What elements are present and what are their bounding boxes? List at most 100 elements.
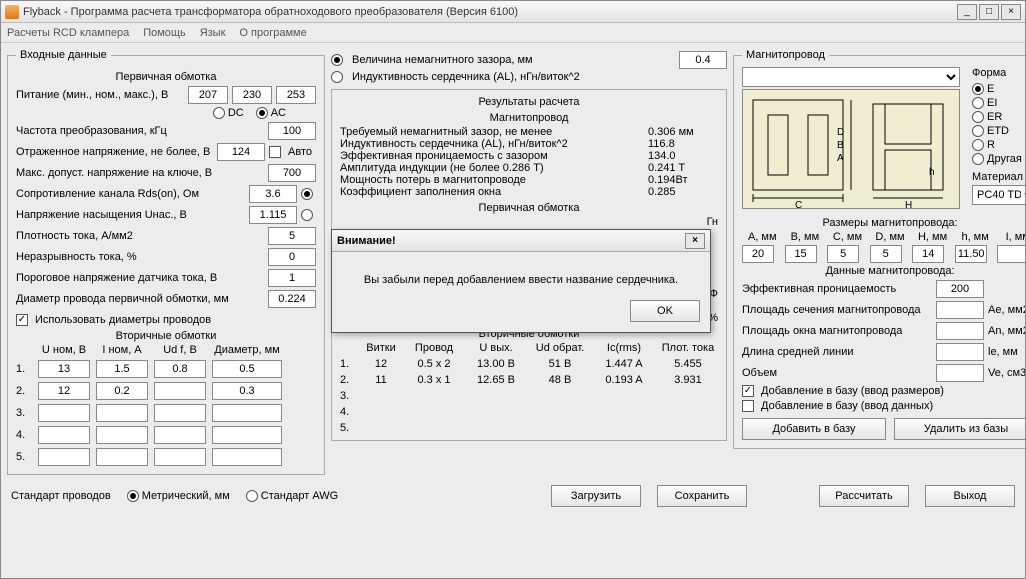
dim-hh[interactable] — [955, 245, 987, 263]
primary-heading: Первичная обмотка — [16, 71, 316, 83]
results-sec-table: Витки Провод U вых. Ud обрат. Ic(rms) Пл… — [340, 342, 718, 434]
dwire-input[interactable] — [268, 290, 316, 308]
sec2-u[interactable] — [38, 382, 90, 400]
dim-d[interactable] — [870, 245, 902, 263]
shape-etd-radio[interactable] — [972, 125, 984, 137]
auto-check[interactable] — [269, 146, 281, 158]
maximize-button[interactable]: □ — [979, 4, 999, 20]
ve-input[interactable] — [936, 364, 984, 382]
dwire-label: Диаметр провода первичной обмотки, мм — [16, 293, 264, 305]
sec5-i[interactable] — [96, 448, 148, 466]
core-legend: Магнитопровод — [742, 49, 829, 61]
sec4-d[interactable] — [212, 426, 282, 444]
al-radio[interactable] — [331, 71, 343, 83]
core-select[interactable] — [742, 67, 960, 87]
rds-input[interactable] — [249, 185, 297, 203]
dim-b[interactable] — [785, 245, 817, 263]
app-icon — [5, 5, 19, 19]
sec5-u[interactable] — [38, 448, 90, 466]
supply-max-input[interactable] — [276, 86, 316, 104]
sec3-i[interactable] — [96, 404, 148, 422]
sec-grid: U ном, В I ном, A Ud f, В Диаметр, мм 1.… — [16, 344, 316, 466]
sec4-uf[interactable] — [154, 426, 206, 444]
exit-button[interactable]: Выход — [925, 485, 1015, 507]
sec3-u[interactable] — [38, 404, 90, 422]
an-input[interactable] — [936, 322, 984, 340]
sec2-uf[interactable] — [154, 382, 206, 400]
usewire-check[interactable] — [16, 314, 28, 326]
del-db-button[interactable]: Удалить из базы — [894, 418, 1026, 440]
warning-dialog: Внимание! × Вы забыли перед добавлением … — [331, 229, 711, 333]
jden-input[interactable] — [268, 227, 316, 245]
sec1-i[interactable] — [96, 360, 148, 378]
usat-radio[interactable] — [301, 209, 313, 221]
supply-label: Питание (мин., ном., макс.), В — [16, 89, 184, 101]
vds-input[interactable] — [268, 164, 316, 182]
menu-language[interactable]: Язык — [200, 27, 226, 39]
load-button[interactable]: Загрузить — [551, 485, 641, 507]
sec1-u[interactable] — [38, 360, 90, 378]
usat-input[interactable] — [249, 206, 297, 224]
menu-rcd[interactable]: Расчеты RCD клампера — [7, 27, 129, 39]
sec2-i[interactable] — [96, 382, 148, 400]
menubar: Расчеты RCD клампера Помощь Язык О прогр… — [1, 23, 1025, 43]
le-input[interactable] — [936, 343, 984, 361]
shape-ei-radio[interactable] — [972, 97, 984, 109]
mat-label: Материал — [972, 171, 1026, 183]
supply-nom-input[interactable] — [232, 86, 272, 104]
minimize-button[interactable]: _ — [957, 4, 977, 20]
shape-e-radio[interactable] — [972, 83, 984, 95]
sec3-uf[interactable] — [154, 404, 206, 422]
sec3-d[interactable] — [212, 404, 282, 422]
supply-min-input[interactable] — [188, 86, 228, 104]
sec4-u[interactable] — [38, 426, 90, 444]
dim-h[interactable] — [912, 245, 944, 263]
sec4-i[interactable] — [96, 426, 148, 444]
awg-radio[interactable] — [246, 490, 258, 502]
mat-select[interactable]: PC40 TDK — [972, 185, 1026, 205]
dim-c[interactable] — [827, 245, 859, 263]
vsense-label: Пороговое напряжение датчика тока, В — [16, 272, 264, 284]
save-button[interactable]: Сохранить — [657, 485, 747, 507]
sec5-d[interactable] — [212, 448, 282, 466]
input-legend: Входные данные — [16, 49, 111, 61]
usewire-label: Использовать диаметры проводов — [35, 314, 211, 326]
close-button[interactable]: × — [1001, 4, 1021, 20]
ae-input[interactable] — [936, 301, 984, 319]
add-db-button[interactable]: Добавить в базу — [742, 418, 886, 440]
freq-label: Частота преобразования, кГц — [16, 125, 264, 137]
icont-input[interactable] — [268, 248, 316, 266]
rds-label: Сопротивление канала Rds(on), Ом — [16, 188, 245, 200]
vor-label: Отраженное напряжение, не более, В — [16, 146, 213, 158]
calc-button[interactable]: Рассчитать — [819, 485, 909, 507]
rds-radio[interactable] — [301, 188, 313, 200]
shape-r-radio[interactable] — [972, 139, 984, 151]
freq-input[interactable] — [268, 122, 316, 140]
results-title: Результаты расчета — [340, 96, 718, 108]
menu-about[interactable]: О программе — [239, 27, 306, 39]
dim-i[interactable] — [997, 245, 1026, 263]
add-dims-check[interactable] — [742, 385, 754, 397]
dialog-close-button[interactable]: × — [685, 233, 705, 249]
dialog-title: Внимание! — [337, 235, 685, 247]
gap-radio[interactable] — [331, 54, 343, 66]
menu-help[interactable]: Помощь — [143, 27, 186, 39]
shape-other-radio[interactable] — [972, 153, 984, 165]
dc-radio[interactable] — [213, 107, 225, 119]
sec2-d[interactable] — [212, 382, 282, 400]
ac-radio[interactable] — [256, 107, 268, 119]
vsense-input[interactable] — [268, 269, 316, 287]
shape-er-radio[interactable] — [972, 111, 984, 123]
dc-label: DC — [228, 107, 244, 119]
metric-radio[interactable] — [127, 490, 139, 502]
effperm-input[interactable] — [936, 280, 984, 298]
dialog-ok-button[interactable]: OK — [630, 300, 700, 322]
dim-a[interactable] — [742, 245, 774, 263]
sec1-uf[interactable] — [154, 360, 206, 378]
gap-input[interactable] — [679, 51, 727, 69]
sec1-d[interactable] — [212, 360, 282, 378]
window-title: Flyback - Программа расчета трансформато… — [23, 6, 957, 18]
vor-input[interactable] — [217, 143, 265, 161]
sec5-uf[interactable] — [154, 448, 206, 466]
add-data-check[interactable] — [742, 400, 754, 412]
